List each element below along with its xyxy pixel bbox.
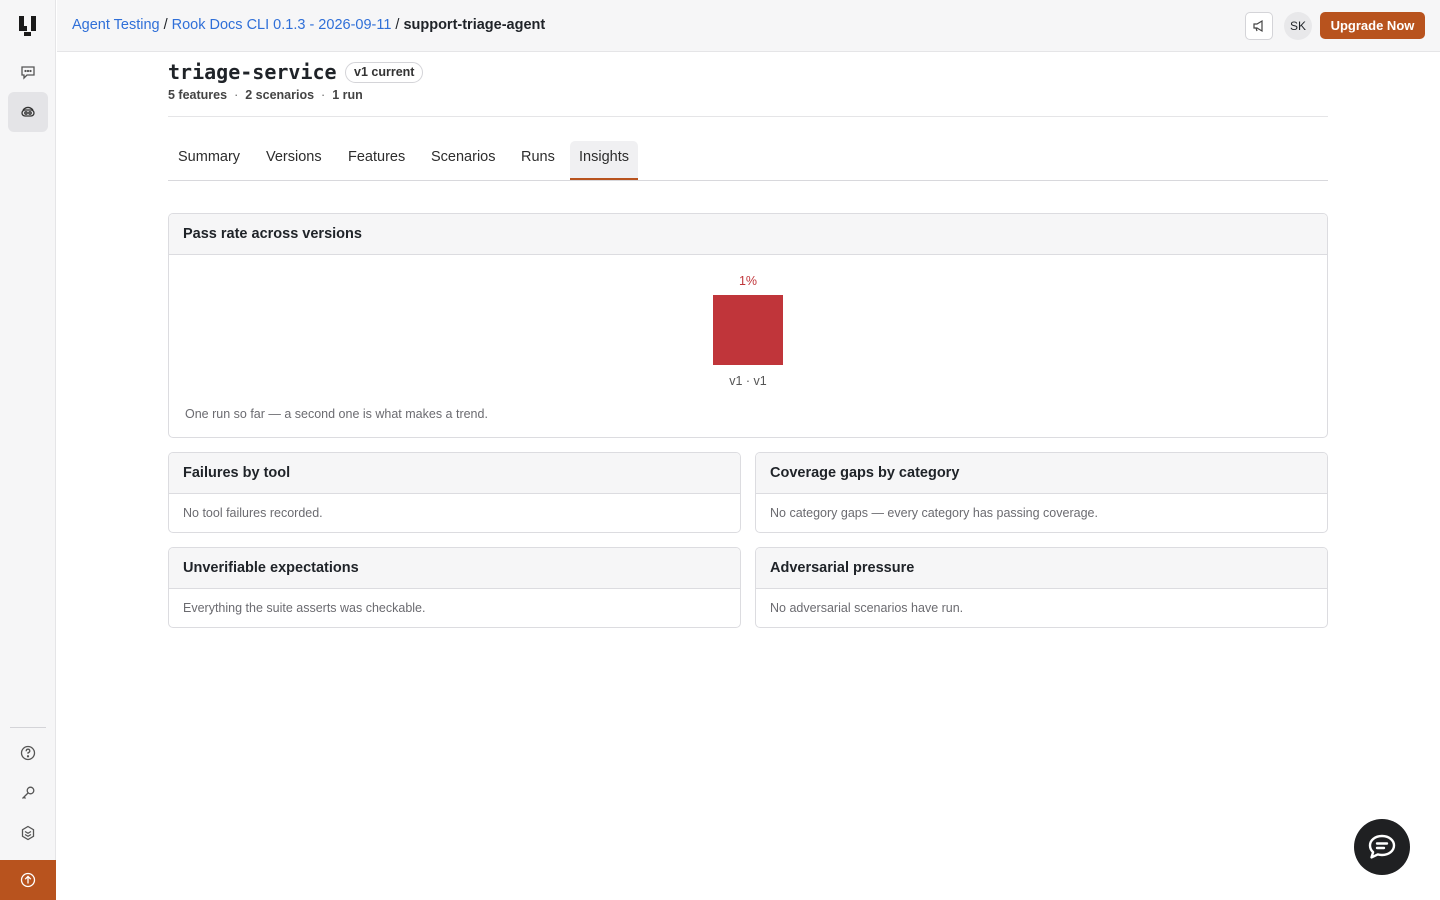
brand-logo[interactable] <box>18 15 38 37</box>
pass-rate-card-title: Pass rate across versions <box>169 214 1327 255</box>
pass-rate-bar <box>713 295 783 365</box>
tab-scenarios[interactable]: Scenarios <box>422 141 504 180</box>
runs-count: 1 run <box>332 88 363 102</box>
sidebar <box>0 0 56 900</box>
megaphone-icon <box>1253 19 1263 33</box>
coverage-gaps-card: Coverage gaps by category No category ga… <box>755 452 1328 533</box>
chat-icon <box>21 66 35 80</box>
chat-bubble-icon <box>1368 834 1396 859</box>
breadcrumb-project[interactable]: Rook Docs CLI 0.1.3 - 2026-09-11 <box>172 17 392 33</box>
failures-by-tool-title: Failures by tool <box>169 453 740 494</box>
help-icon <box>20 745 36 761</box>
announcements-button[interactable] <box>1245 12 1273 40</box>
breadcrumb: Agent Testing / Rook Docs CLI 0.1.3 - 2026… <box>72 17 545 33</box>
scenarios-count: 2 scenarios <box>245 88 315 102</box>
breadcrumb-agent-testing[interactable]: Agent Testing <box>72 17 160 33</box>
settings-icon <box>21 825 35 841</box>
features-count: 5 features <box>168 88 228 102</box>
unverifiable-expectations-body: Everything the suite asserts was checkab… <box>183 601 426 615</box>
adversarial-pressure-title: Adversarial pressure <box>756 548 1327 589</box>
tab-summary[interactable]: Summary <box>169 141 249 180</box>
unverifiable-expectations-title: Unverifiable expectations <box>169 548 740 589</box>
sidebar-item-help[interactable] <box>8 733 48 773</box>
pass-rate-chart: 1% v1 · v1 One run so far — a second one … <box>169 255 1327 437</box>
tab-bar: Summary Versions Features Scenarios Runs… <box>168 141 1328 181</box>
top-bar: Agent Testing / Rook Docs CLI 0.1.3 - 2026… <box>57 0 1440 52</box>
sidebar-divider <box>10 727 46 728</box>
pass-rate-chart-svg: 1% v1 · v1 <box>713 274 783 388</box>
pass-rate-card: Pass rate across versions 1% v1 · v1 One … <box>168 213 1328 438</box>
tab-versions[interactable]: Versions <box>257 141 331 180</box>
stats-separator: · <box>321 88 326 102</box>
adversarial-pressure-body: No adversarial scenarios have run. <box>770 601 964 615</box>
sidebar-item-agent-testing[interactable] <box>8 92 48 132</box>
unverifiable-expectations-card: Unverifiable expectations Everything the… <box>168 547 741 628</box>
page-title: triage-service <box>168 60 337 84</box>
failures-by-tool-card: Failures by tool No tool failures record… <box>168 452 741 533</box>
adversarial-pressure-card: Adversarial pressure No adversarial scen… <box>755 547 1328 628</box>
agent-testing-icon <box>21 106 35 117</box>
pass-rate-data-label: 1% <box>739 274 757 288</box>
failures-by-tool-body: No tool failures recorded. <box>183 506 323 520</box>
breadcrumb-separator: / <box>395 17 400 33</box>
stats-line: 5 features · 2 scenarios · 1 run <box>168 88 363 102</box>
upgrade-now-button[interactable]: Upgrade Now <box>1320 12 1425 39</box>
tab-insights[interactable]: Insights <box>570 141 638 180</box>
version-badge: v1 current <box>345 62 424 83</box>
sidebar-item-chat[interactable] <box>8 52 48 92</box>
tab-features[interactable]: Features <box>339 141 414 180</box>
breadcrumb-current: support-triage-agent <box>403 17 546 33</box>
pass-rate-category-label: v1 · v1 <box>729 374 767 388</box>
sidebar-upgrade-button[interactable] <box>0 860 56 900</box>
coverage-gaps-body: No category gaps — every category has pa… <box>770 506 1098 520</box>
upgrade-arrow-icon <box>20 872 36 888</box>
chat-support-button[interactable] <box>1354 819 1410 875</box>
header-divider <box>168 116 1328 117</box>
tab-runs[interactable]: Runs <box>512 141 564 180</box>
breadcrumb-separator: / <box>163 17 168 33</box>
pass-rate-note: One run so far — a second one is what ma… <box>185 407 488 421</box>
key-icon <box>22 786 35 799</box>
sidebar-item-settings[interactable] <box>8 813 48 853</box>
avatar[interactable]: SK <box>1284 12 1312 40</box>
sidebar-item-keys[interactable] <box>8 773 48 813</box>
coverage-gaps-title: Coverage gaps by category <box>756 453 1327 494</box>
stats-separator: · <box>234 88 239 102</box>
